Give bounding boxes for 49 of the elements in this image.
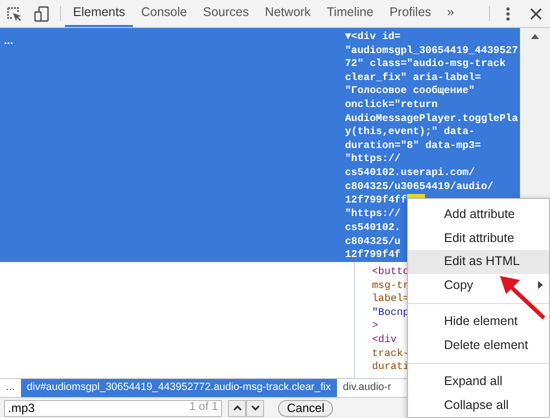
- previous-match-button[interactable]: [228, 400, 246, 416]
- chevron-up-icon[interactable]: [232, 405, 242, 411]
- more-tabs-button[interactable]: »: [439, 0, 462, 27]
- code-line: >: [372, 320, 378, 332]
- code-line: y(this,event);" data-: [345, 126, 475, 138]
- menu-item[interactable]: Collapse all: [408, 394, 549, 417]
- panel-tab[interactable]: Profiles: [381, 0, 440, 27]
- panel-tab[interactable]: Timeline: [318, 0, 382, 27]
- menu-item[interactable]: Edit as HTML: [408, 250, 549, 274]
- menu-item[interactable]: Expand all: [408, 370, 549, 394]
- menu-item[interactable]: Delete element: [408, 334, 549, 357]
- menu-item[interactable]: Edit attribute: [408, 226, 549, 250]
- code-line: 72" class="audio-msg-track: [345, 58, 506, 70]
- chevron-down-icon[interactable]: [250, 405, 260, 411]
- code-line: duration="8" data-mp3=: [345, 140, 481, 152]
- code-line: durati: [372, 361, 410, 374]
- menu-item[interactable]: Add attribute: [408, 203, 549, 226]
- ellipsis-text[interactable]: ...: [0, 36, 18, 46]
- code-line: "https://: [345, 153, 401, 166]
- code-line: AudioMessagePlayer.togglePla: [345, 112, 518, 125]
- code-line: msg-tr: [372, 280, 410, 292]
- code-line: "https://: [345, 208, 401, 220]
- code-line: clear_fix" aria-label=: [345, 72, 481, 84]
- code-line: "Голосовое сообщение": [345, 85, 475, 98]
- ellipsis-text[interactable]: ...: [0, 379, 21, 397]
- code-line: track-: [372, 348, 410, 360]
- match-count: 1 of 1: [189, 400, 218, 416]
- code-line: "audiomsgpl_30654419_4439527: [345, 44, 518, 57]
- search-field[interactable]: .mp3 1 of 1: [4, 400, 222, 416]
- code-line: <div: [372, 334, 397, 346]
- code-line: cs540102.userapi.com/: [345, 166, 475, 179]
- breadcrumb[interactable]: div#audiomsgpl_30654419_443952772.audio-msg-track.clear_fix: [20, 379, 337, 397]
- code-line: 12f799f4f: [345, 249, 401, 262]
- panel-tab[interactable]: Console: [133, 0, 195, 27]
- menu-item[interactable]: Hide element: [408, 310, 549, 334]
- cancel-button[interactable]: Cancel: [278, 400, 334, 416]
- code-line: 12f799f4ff: [345, 194, 407, 207]
- panel-tab[interactable]: Network: [256, 0, 319, 27]
- panel-tab[interactable]: Sources: [194, 0, 257, 27]
- menu-item[interactable]: Copy: [408, 274, 549, 297]
- next-match-button[interactable]: [246, 400, 264, 416]
- code-line: c804325/u: [345, 236, 401, 248]
- code-line: cs540102.: [345, 222, 401, 234]
- code-line: label=: [372, 293, 410, 306]
- code-line: onclick="return: [345, 98, 438, 111]
- code-line: ▼<div id=: [345, 31, 401, 43]
- code-line: c804325/u30654419/audio/: [345, 180, 494, 193]
- breadcrumb[interactable]: div.audio-r: [336, 379, 398, 397]
- search-input[interactable]: .mp3: [8, 399, 158, 417]
